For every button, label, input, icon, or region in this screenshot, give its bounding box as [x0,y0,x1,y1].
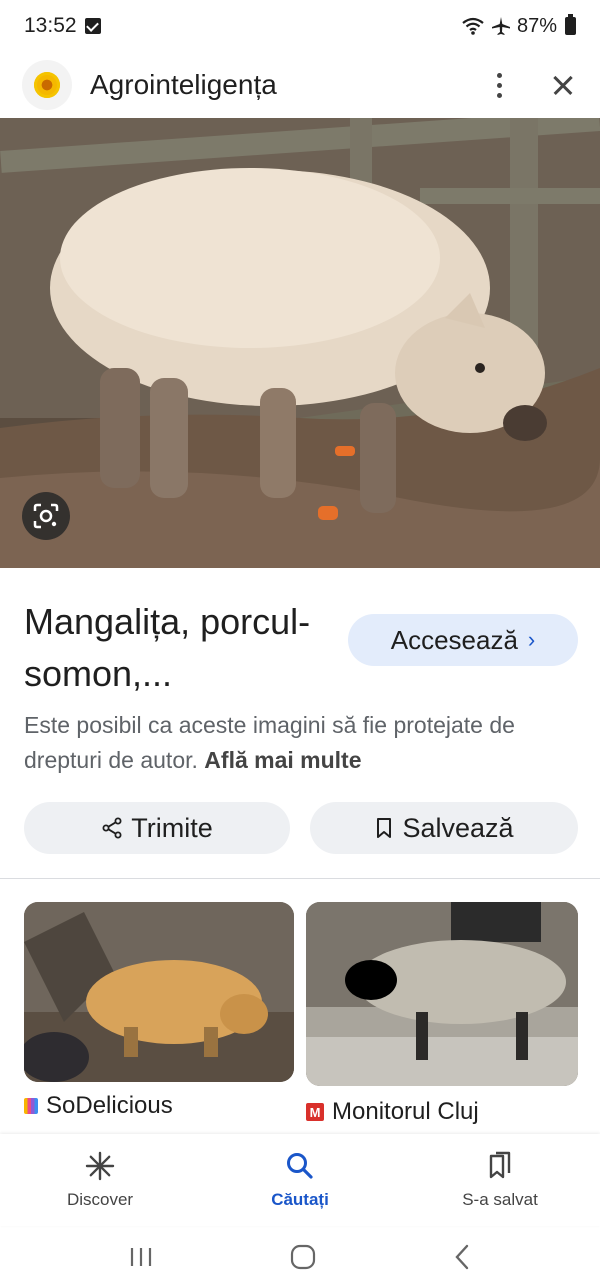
battery-percent: 87% [517,15,557,38]
notification-check-icon [85,18,101,34]
related-source-1[interactable]: SoDelicious [24,1092,173,1120]
back-icon[interactable] [450,1243,474,1271]
share-label: Trimite [131,813,213,844]
related-image-2[interactable] [306,902,578,1086]
site-logo [22,60,72,110]
result-title: Mangalița, porcul-somon,... [24,596,344,700]
bookmark-icon [374,817,394,839]
related-source-2-label: Monitorul Cluj [332,1098,479,1126]
save-label: Salvează [402,813,513,844]
status-left: 13:52 [24,14,101,38]
visit-label: Accesează [391,625,518,656]
related-source-1-label: SoDelicious [46,1092,173,1120]
site-name: Agrointeligența [90,69,484,101]
share-icon [101,817,123,839]
learn-more-link[interactable]: Află mai multe [204,747,361,773]
close-icon[interactable] [548,70,578,100]
status-right: 87% [461,15,576,38]
wifi-icon [461,16,485,36]
divider [0,878,600,879]
saved-icon [484,1150,516,1182]
related-image-1[interactable] [24,902,294,1082]
share-button[interactable]: Trimite [24,802,290,854]
status-bar: 13:52 87% [0,0,600,52]
home-icon[interactable] [289,1243,317,1271]
lens-icon [32,502,60,530]
nav-saved[interactable]: S-a salvat [400,1134,600,1226]
status-time: 13:52 [24,14,77,38]
recent-apps-icon[interactable] [126,1245,156,1269]
chevron-right-icon: › [528,627,535,653]
save-button[interactable]: Salvează [310,802,578,854]
system-navigation-bar [0,1226,600,1287]
nav-discover-label: Discover [67,1190,133,1210]
nav-saved-label: S-a salvat [462,1190,538,1210]
lens-button[interactable] [22,492,70,540]
related-source-2[interactable]: M Monitorul Cluj [306,1098,479,1126]
more-options-icon[interactable] [484,65,514,105]
nav-discover[interactable]: Discover [0,1134,200,1226]
related-image-1-drawing [24,902,294,1082]
viewer-header: Agrointeligența [0,52,600,118]
battery-icon [565,17,576,35]
main-image[interactable] [0,118,600,568]
copyright-notice: Este posibil ca aceste imagini să fie pr… [24,708,584,778]
main-image-drawing [0,118,600,568]
nav-search-label: Căutați [271,1190,329,1210]
related-image-2-drawing [306,902,578,1086]
sun-logo-icon [34,72,60,98]
bottom-navigation: Discover Căutați S-a salvat [0,1134,600,1226]
asterisk-icon [84,1150,116,1182]
visit-button[interactable]: Accesează › [348,614,578,666]
search-icon [284,1150,316,1182]
sodelicious-favicon-icon [24,1098,38,1114]
airplane-icon [491,16,511,36]
nav-search[interactable]: Căutați [200,1134,400,1226]
monitorul-cluj-favicon-icon: M [306,1103,324,1121]
